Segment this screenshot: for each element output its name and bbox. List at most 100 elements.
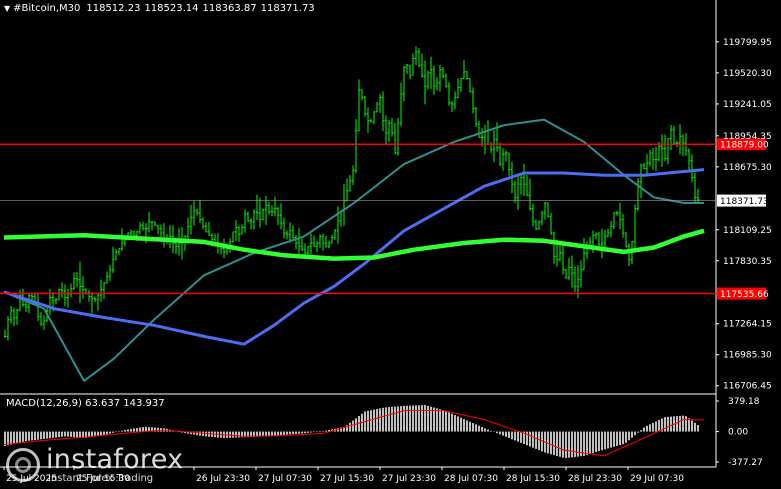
- macd-bar: [682, 415, 684, 432]
- price-tick-label: 119241.05: [723, 100, 772, 110]
- macd-bar: [439, 409, 441, 432]
- macd-bar: [466, 420, 468, 432]
- macd-bar: [145, 426, 147, 432]
- price-tick-label: 117264.15: [723, 320, 772, 330]
- macd-bar: [73, 431, 75, 438]
- macd-bar: [601, 431, 603, 451]
- macd-bar: [289, 431, 291, 435]
- macd-bar: [235, 431, 237, 438]
- macd-bar: [52, 431, 54, 438]
- macd-bar: [10, 431, 12, 445]
- macd-bar: [619, 431, 621, 446]
- macd-bar: [472, 423, 474, 432]
- macd-bar: [667, 416, 669, 432]
- macd-bar: [25, 431, 27, 442]
- macd-bar: [118, 431, 120, 432]
- macd-bar: [142, 427, 144, 432]
- macd-bar: [76, 431, 78, 438]
- price-tick-label: 117830.35: [723, 257, 772, 267]
- macd-bar: [274, 431, 276, 436]
- time-tick-label: 27 Jul 15:30: [320, 474, 374, 484]
- macd-bar: [469, 421, 471, 432]
- price-tick-label: 116985.30: [723, 351, 772, 361]
- chart-window: 118879.00 117535.66 118371.73 119799.95 1195…: [0, 0, 781, 489]
- macd-bar: [286, 431, 288, 435]
- macd-bar: [640, 430, 642, 432]
- macd-bar: [55, 431, 57, 438]
- macd-bar: [508, 431, 510, 439]
- macd-bar: [445, 411, 447, 432]
- macd-bar: [451, 413, 453, 432]
- macd-bar: [607, 431, 609, 449]
- macd-bar: [685, 416, 687, 432]
- watermark-tagline: Instant Forex Trading: [48, 473, 154, 484]
- macd-bar: [610, 431, 612, 448]
- macd-bar: [634, 431, 636, 436]
- macd-bar: [646, 425, 648, 432]
- macd-bar: [517, 431, 519, 442]
- macd-bar: [388, 407, 390, 432]
- macd-bar: [121, 430, 123, 432]
- macd-bar: [532, 431, 534, 448]
- macd-bar: [520, 431, 522, 443]
- symbol-label: #Bitcoin,M30: [13, 3, 81, 14]
- collapse-arrow-icon[interactable]: ▼: [4, 4, 10, 13]
- macd-bar: [385, 407, 387, 432]
- macd-bar: [556, 431, 558, 456]
- macd-bar: [349, 422, 351, 432]
- price-tick-label: 118109.25: [723, 226, 772, 236]
- macd-bar: [598, 431, 600, 452]
- macd-bar: [370, 410, 372, 432]
- macd-bar: [202, 431, 204, 437]
- time-tick-label: 28 Jul 07:30: [444, 474, 498, 484]
- macd-bar: [427, 405, 429, 432]
- macd-bar: [376, 408, 378, 432]
- macd-bar: [16, 431, 18, 444]
- macd-bar: [298, 431, 300, 434]
- macd-bar: [490, 430, 492, 432]
- macd-bar: [205, 431, 207, 437]
- macd-bar: [586, 431, 588, 456]
- macd-bar: [304, 431, 306, 434]
- macd-bar: [433, 407, 435, 432]
- macd-bar: [613, 431, 615, 447]
- time-tick-label: 26 Jul 23:30: [196, 474, 250, 484]
- macd-bar: [319, 431, 321, 432]
- macd-bar: [67, 431, 69, 437]
- macd-bar: [322, 431, 324, 432]
- close-price: 118371.73: [260, 3, 315, 14]
- macd-bar: [295, 431, 297, 434]
- macd-bar: [31, 431, 33, 441]
- macd-bar: [307, 431, 309, 433]
- macd-bar: [355, 418, 357, 432]
- time-tick-label: 27 Jul 07:30: [258, 474, 312, 484]
- macd-bar: [589, 431, 591, 455]
- macd-bar: [583, 431, 585, 456]
- macd-bar: [478, 425, 480, 432]
- time-tick-label: 27 Jul 23:30: [382, 474, 436, 484]
- macd-bar: [229, 431, 231, 438]
- macd-bar: [394, 406, 396, 432]
- macd-bar: [46, 431, 48, 439]
- macd-bar: [664, 417, 666, 432]
- macd-bar: [655, 421, 657, 432]
- macd-bar: [316, 431, 318, 433]
- macd-bar: [64, 431, 66, 437]
- macd-bar: [61, 431, 63, 437]
- macd-bar: [379, 408, 381, 432]
- macd-bar: [676, 416, 678, 432]
- macd-bar: [292, 431, 294, 435]
- macd-bar: [409, 405, 411, 432]
- macd-bar: [571, 431, 573, 458]
- chart-canvas[interactable]: 118879.00 117535.66 118371.73 119799.95 1195…: [0, 0, 781, 489]
- chart-header: ▼ #Bitcoin,M30 118512.23 118523.14 118363.87…: [4, 3, 319, 14]
- macd-bar: [448, 412, 450, 432]
- macd-bar: [397, 406, 399, 432]
- macd-bar: [529, 431, 531, 447]
- macd-bar: [652, 422, 654, 432]
- macd-bar: [325, 430, 327, 432]
- macd-tick-label: 0.00: [728, 428, 748, 438]
- macd-tick-label: -377.27: [728, 458, 763, 468]
- macd-bar: [643, 427, 645, 432]
- macd-bar: [688, 418, 690, 432]
